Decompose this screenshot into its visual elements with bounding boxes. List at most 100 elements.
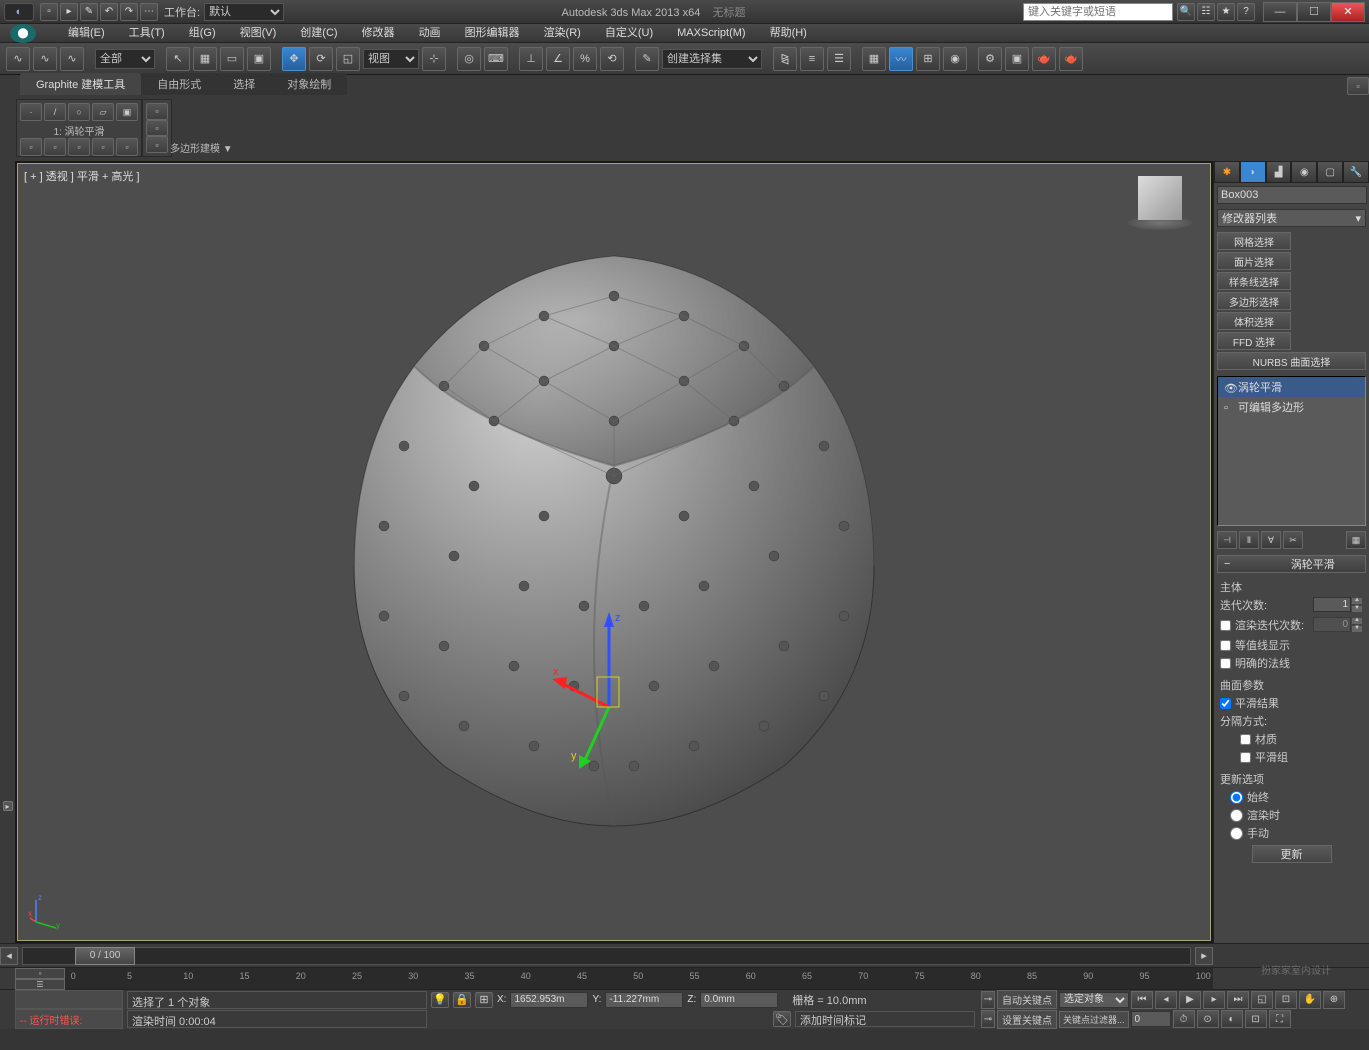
modifier-stack[interactable]: 👁涡轮平滑 ▫可编辑多边形 — [1217, 376, 1366, 526]
time-slider[interactable]: 0 / 100 — [22, 947, 1191, 965]
window-crossing-icon[interactable]: ▣ — [247, 47, 271, 71]
add-time-tag[interactable]: 添加时间标记 — [795, 1011, 975, 1027]
graphite-icon[interactable]: ▦ — [862, 47, 886, 71]
mesh-select-button[interactable]: 网格选择 — [1217, 232, 1291, 250]
menu-modifiers[interactable]: 修改器 — [350, 24, 407, 43]
material-editor-icon[interactable]: ◉ — [943, 47, 967, 71]
app-menu-icon[interactable]: ◐ — [4, 3, 34, 21]
percent-snap-icon[interactable]: % — [573, 47, 597, 71]
ref-coord-dropdown[interactable]: 视图 — [363, 49, 419, 69]
stack-item-turbosmooth[interactable]: 👁涡轮平滑 — [1218, 377, 1365, 397]
time-tag-icon[interactable]: 🏷 — [773, 1011, 791, 1027]
selection-filter[interactable]: 全部 — [95, 49, 155, 69]
render-iter-check[interactable]: 渲染迭代次数: — [1220, 617, 1304, 633]
rb-vertex-icon[interactable]: · — [20, 103, 42, 121]
ribbon-tab-freeform[interactable]: 自由形式 — [141, 73, 217, 95]
configure-icon[interactable]: ▦ — [1346, 531, 1366, 549]
track-btn-b[interactable]: ☰ — [15, 979, 65, 990]
scale-icon[interactable]: ◱ — [336, 47, 360, 71]
search-icon[interactable]: 🔍 — [1177, 3, 1195, 21]
key-mode-dropdown[interactable]: 选定对象 — [1059, 992, 1129, 1008]
ribbon-tab-paint[interactable]: 对象绘制 — [271, 73, 347, 95]
goto-start-icon[interactable]: ⏮ — [1131, 991, 1153, 1009]
y-input[interactable] — [605, 992, 683, 1008]
key2-icon[interactable]: ⊸ — [981, 1010, 995, 1028]
time-slider-handle[interactable]: 0 / 100 — [75, 947, 135, 965]
play-icon[interactable]: ▶ — [1179, 991, 1201, 1009]
auto-key-button[interactable]: 自动关键点 — [997, 990, 1057, 1009]
current-frame-input[interactable] — [1131, 1011, 1171, 1027]
open-icon[interactable]: ▸ — [60, 3, 78, 21]
minimize-button[interactable]: ― — [1263, 2, 1297, 22]
app-logo-icon[interactable]: ⬤ — [10, 24, 36, 43]
time-prev-icon[interactable]: ◂ — [0, 947, 18, 965]
stack-item-editpoly[interactable]: ▫可编辑多边形 — [1218, 397, 1365, 417]
rotate-icon[interactable]: ⟳ — [309, 47, 333, 71]
set-key-button[interactable]: 设置关键点 — [997, 1010, 1057, 1029]
ffd-select-button[interactable]: FFD 选择 — [1217, 332, 1291, 350]
isoline-check[interactable]: 等值线显示 — [1220, 637, 1363, 653]
menu-animation[interactable]: 动画 — [407, 24, 453, 43]
prev-frame-icon[interactable]: ◂ — [1155, 991, 1177, 1009]
track-ruler[interactable]: 0510152025303540455055606570758085909510… — [65, 968, 1213, 989]
named-sel-dropdown[interactable]: 创建选择集 — [662, 49, 762, 69]
undo-icon[interactable]: ↶ — [100, 3, 118, 21]
display-tab-icon[interactable]: ▢ — [1317, 161, 1343, 183]
curve-editor-icon[interactable]: 〰 — [889, 47, 913, 71]
bind-icon[interactable]: ∿ — [60, 47, 84, 71]
spin-up-icon[interactable]: ▲ — [1351, 597, 1363, 605]
rb-f-icon[interactable]: ▫ — [146, 103, 168, 120]
rb-d-icon[interactable]: ▫ — [92, 138, 114, 156]
menu-help[interactable]: 帮助(H) — [758, 24, 819, 43]
rb-h-icon[interactable]: ▫ — [146, 136, 168, 153]
rollout-header-turbosmooth[interactable]: −涡轮平滑 — [1217, 555, 1366, 573]
render-iter-input[interactable] — [1313, 617, 1351, 632]
pin-stack-icon[interactable]: ⊣ — [1217, 531, 1237, 549]
rb-e-icon[interactable]: ▫ — [116, 138, 138, 156]
modifier-list-dropdown[interactable]: 修改器列表▾ — [1217, 209, 1366, 227]
x-input[interactable] — [510, 992, 588, 1008]
menu-views[interactable]: 视图(V) — [228, 24, 289, 43]
align-icon[interactable]: ≡ — [800, 47, 824, 71]
menu-rendering[interactable]: 渲染(R) — [532, 24, 593, 43]
nav-e-icon[interactable]: ⊙ — [1197, 1010, 1219, 1028]
perspective-viewport[interactable]: [ + ] 透视 ] 平滑 + 高光 ] — [17, 163, 1211, 941]
motion-tab-icon[interactable]: ◉ — [1291, 161, 1317, 183]
link-icon[interactable]: ⋯ — [140, 3, 158, 21]
mirror-icon[interactable]: ⧎ — [773, 47, 797, 71]
patch-select-button[interactable]: 面片选择 — [1217, 252, 1291, 270]
update-render-radio[interactable]: 渲染时 — [1230, 807, 1363, 823]
keyboard-icon[interactable]: ⌨ — [484, 47, 508, 71]
render-frame-icon[interactable]: ▣ — [1005, 47, 1029, 71]
rb-b-icon[interactable]: ▫ — [44, 138, 66, 156]
iterations-input[interactable] — [1313, 597, 1351, 612]
key-icon[interactable]: ⊸ — [981, 991, 995, 1009]
snap-icon[interactable]: ⊥ — [519, 47, 543, 71]
move-icon[interactable]: ✥ — [282, 47, 306, 71]
viewport-label[interactable]: [ + ] 透视 ] 平滑 + 高光 ] — [24, 168, 140, 184]
select-name-icon[interactable]: ▦ — [193, 47, 217, 71]
nav-f-icon[interactable]: ◐ — [1221, 1010, 1243, 1028]
object-name-input[interactable] — [1217, 186, 1367, 204]
rb-poly-icon[interactable]: ▱ — [92, 103, 114, 121]
nav-g-icon[interactable]: ⊡ — [1245, 1010, 1267, 1028]
layers-icon[interactable]: ☰ — [827, 47, 851, 71]
utilities-tab-icon[interactable]: 🔧 — [1343, 161, 1369, 183]
new-icon[interactable]: ▫ — [40, 3, 58, 21]
smooth-result-check[interactable]: 平滑结果 — [1220, 695, 1363, 711]
lock-icon[interactable]: 💡 — [431, 992, 449, 1008]
exchange-icon[interactable]: ☷ — [1197, 3, 1215, 21]
ribbon-tab-selection[interactable]: 选择 — [217, 73, 271, 95]
transform-gizmo[interactable]: z x y — [549, 607, 679, 777]
rb-border-icon[interactable]: ○ — [68, 103, 90, 121]
redo-icon[interactable]: ↷ — [120, 3, 138, 21]
link-icon[interactable]: ∿ — [6, 47, 30, 71]
rb-c-icon[interactable]: ▫ — [68, 138, 90, 156]
spin-down-icon[interactable]: ▼ — [1351, 605, 1363, 613]
time-next-icon[interactable]: ▸ — [1195, 947, 1213, 965]
spin-down-icon[interactable]: ▼ — [1351, 625, 1363, 633]
update-always-radio[interactable]: 始终 — [1230, 789, 1363, 805]
lock2-icon[interactable]: 🔒 — [453, 992, 471, 1008]
schematic-icon[interactable]: ⊞ — [916, 47, 940, 71]
spline-select-button[interactable]: 样条线选择 — [1217, 272, 1291, 290]
